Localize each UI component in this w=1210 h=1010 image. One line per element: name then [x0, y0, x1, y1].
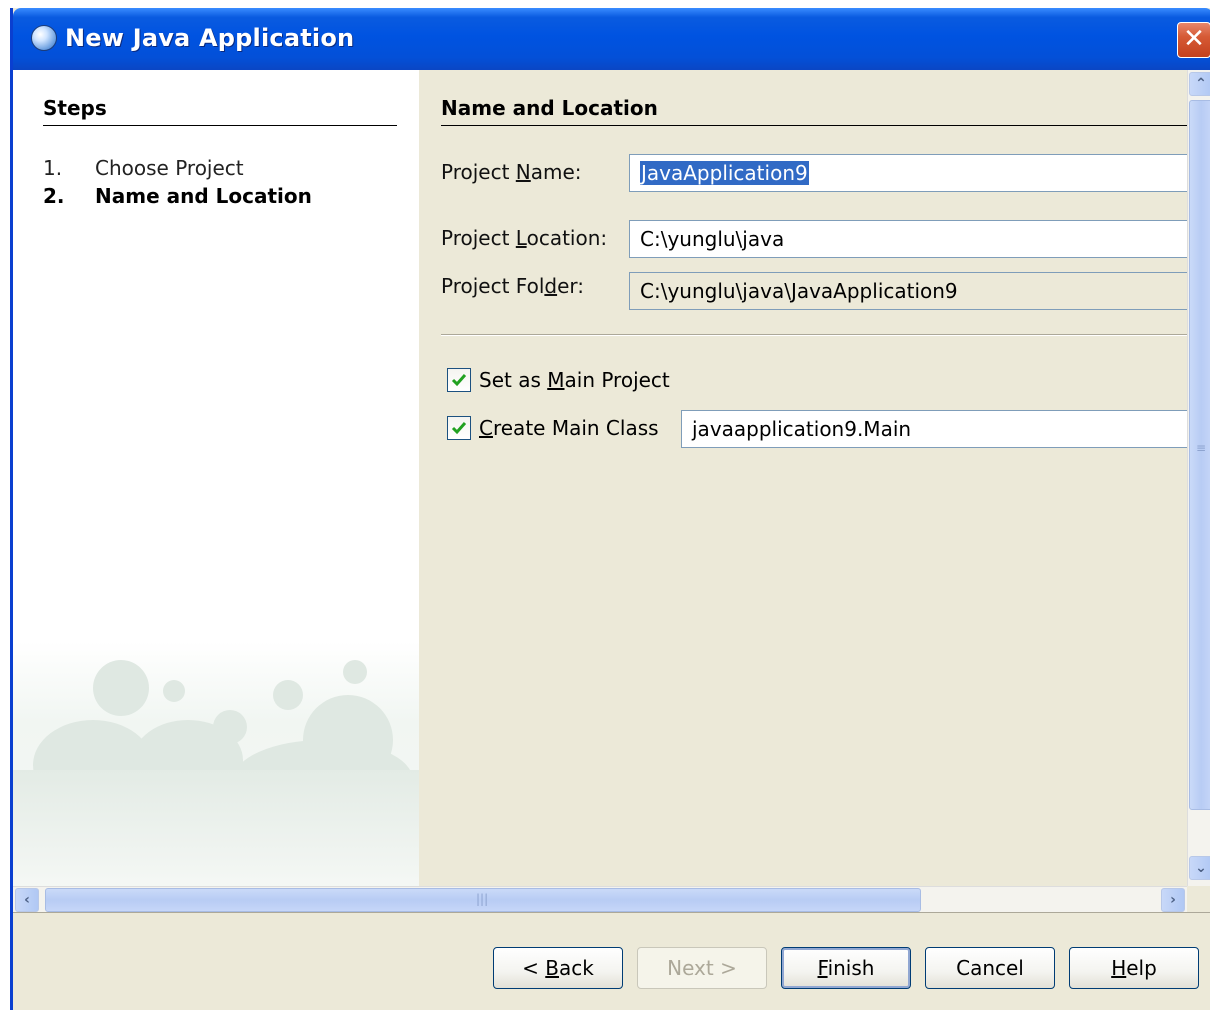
step-choose-project: 1. Choose Project: [43, 156, 244, 180]
project-name-value: JavaApplication9: [640, 161, 809, 185]
finish-button[interactable]: Finish: [781, 947, 911, 989]
vertical-scrollbar[interactable]: ⌃ ≡ ⌄: [1187, 70, 1210, 886]
create-main-class-label[interactable]: Create Main Class: [479, 416, 659, 440]
chevron-right-icon: ›: [1170, 892, 1176, 908]
steps-heading: Steps: [43, 96, 397, 126]
step-number: 2.: [43, 184, 65, 208]
window-title: New Java Application: [65, 24, 355, 52]
dialog-window: New Java Application ✕ Steps 1. Choose Pr…: [10, 8, 1210, 1010]
scroll-down-button[interactable]: ⌄: [1189, 856, 1210, 880]
project-folder-label: Project Folder:: [441, 274, 584, 298]
checkmark-icon: [451, 374, 467, 387]
project-name-field[interactable]: JavaApplication9: [629, 154, 1189, 192]
step-label: Name and Location: [95, 184, 312, 208]
set-main-project-label[interactable]: Set as Main Project: [479, 368, 670, 392]
scroll-left-button[interactable]: ‹: [15, 888, 39, 912]
java-app-icon: [31, 25, 57, 51]
horizontal-scrollbar[interactable]: ‹ ||| ›: [13, 886, 1187, 912]
separator: [441, 334, 1187, 336]
scroll-up-button[interactable]: ⌃: [1189, 72, 1210, 96]
scroll-right-button[interactable]: ›: [1161, 888, 1185, 912]
checkmark-icon: [451, 422, 467, 435]
step-number: 1.: [43, 156, 63, 180]
project-name-label: Project Name:: [441, 160, 582, 184]
create-main-class-checkbox[interactable]: [447, 416, 471, 440]
grip-icon: |||: [476, 892, 489, 906]
next-button[interactable]: Next >: [637, 947, 767, 989]
project-location-label: Project Location:: [441, 226, 608, 250]
chevron-up-icon: ⌃: [1195, 76, 1207, 92]
main-class-field[interactable]: javaapplication9.Main: [681, 410, 1189, 448]
grip-icon: ≡: [1196, 441, 1207, 455]
section-heading: Name and Location: [441, 96, 1187, 126]
set-main-project-checkbox[interactable]: [447, 368, 471, 392]
chevron-down-icon: ⌄: [1195, 860, 1207, 876]
project-location-field[interactable]: C:\yunglu\java: [629, 220, 1189, 258]
step-name-and-location: 2. Name and Location: [43, 184, 312, 208]
step-label: Choose Project: [95, 156, 244, 180]
help-button[interactable]: Help: [1069, 947, 1199, 989]
steps-panel: Steps 1. Choose Project 2. Name and Locati…: [13, 70, 419, 886]
chevron-left-icon: ‹: [24, 892, 30, 908]
vertical-scroll-thumb[interactable]: ≡: [1189, 100, 1210, 810]
horizontal-scroll-thumb[interactable]: |||: [45, 888, 921, 912]
project-folder-field: C:\yunglu\java\JavaApplication9: [629, 272, 1189, 310]
close-icon: ✕: [1183, 24, 1205, 54]
title-bar[interactable]: New Java Application ✕: [13, 8, 1210, 70]
content-panel: Name and Location Project Name: JavaAppl…: [419, 70, 1189, 886]
close-button[interactable]: ✕: [1177, 22, 1210, 58]
button-bar: < Back Next > Finish Cancel Help: [13, 912, 1210, 1010]
back-button[interactable]: < Back: [493, 947, 623, 989]
cancel-button[interactable]: Cancel: [925, 947, 1055, 989]
